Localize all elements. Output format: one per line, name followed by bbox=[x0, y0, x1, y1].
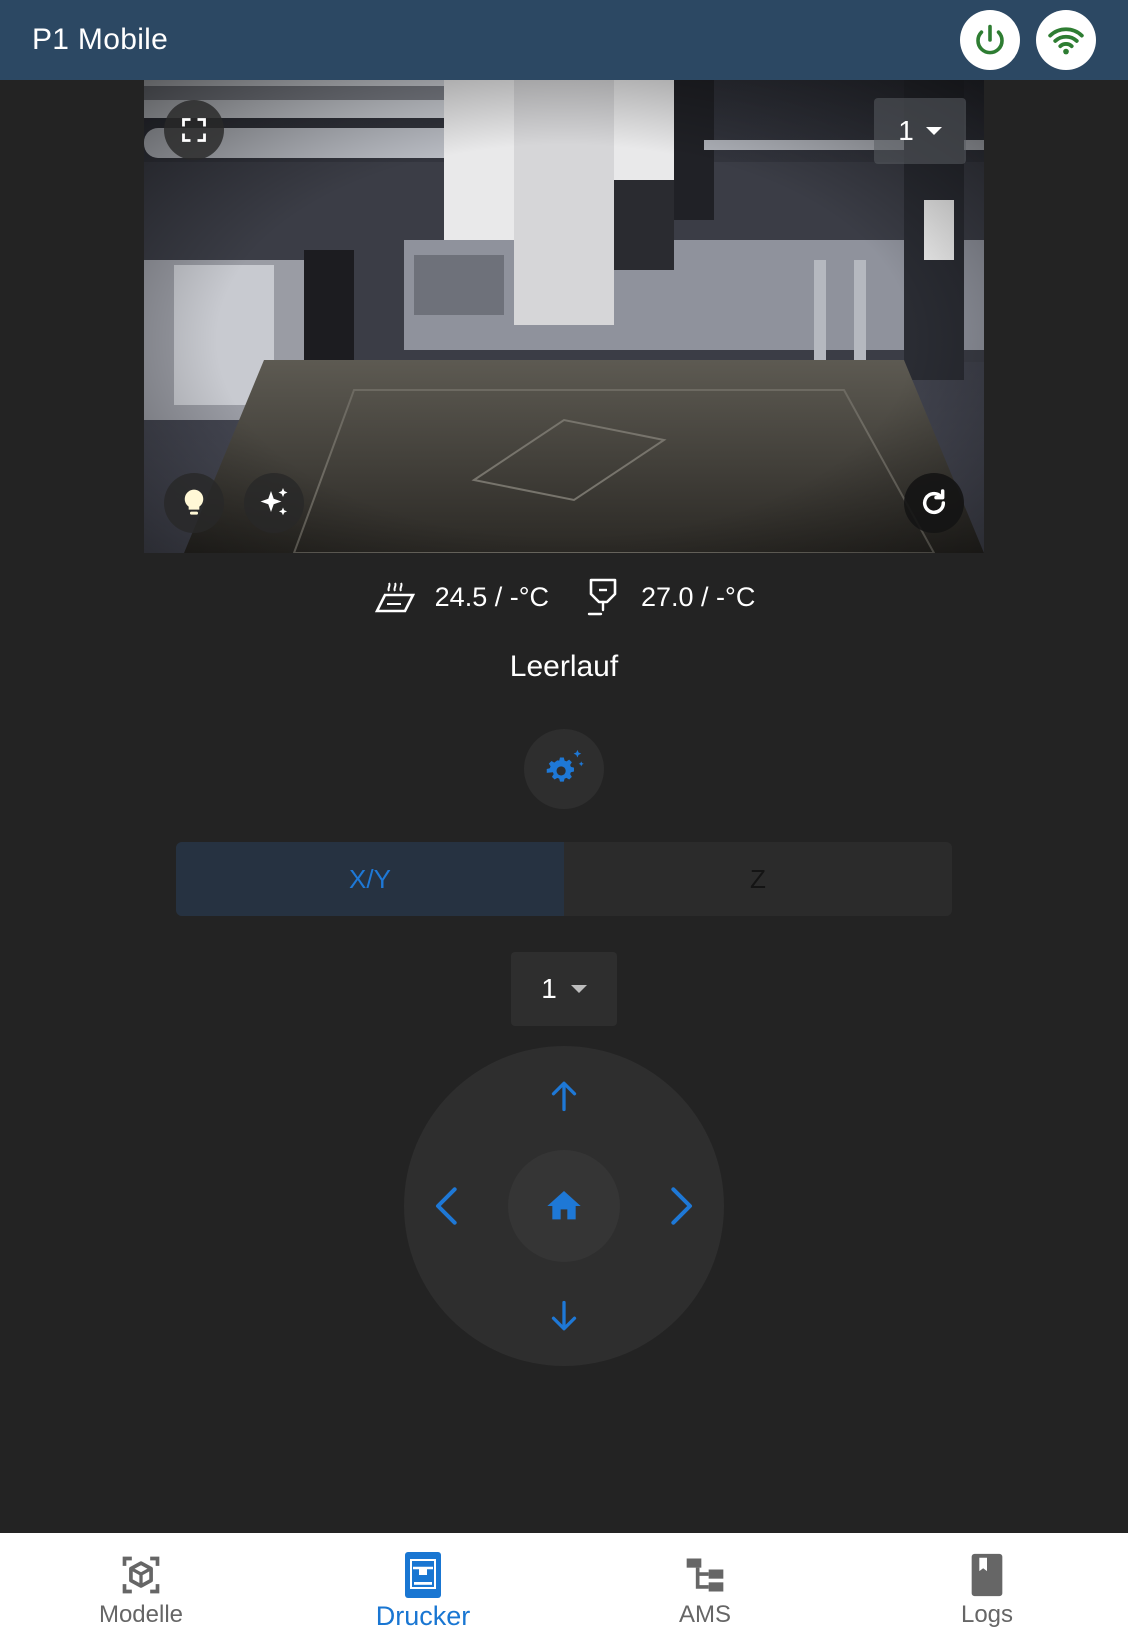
step-size-value: 1 bbox=[541, 973, 557, 1004]
arrow-down-icon bbox=[551, 1300, 577, 1331]
hierarchy-icon bbox=[686, 1558, 724, 1592]
home-button[interactable] bbox=[508, 1150, 620, 1262]
axis-tabs: X/Y Z bbox=[176, 842, 952, 916]
arrow-up-icon bbox=[551, 1081, 577, 1112]
movement-joystick bbox=[404, 1046, 724, 1366]
bottom-navigation: Modelle Drucker AMS Logs bbox=[0, 1533, 1128, 1646]
bed-temperature-value: 24.5 / -°C bbox=[434, 581, 549, 612]
nav-label-logs: Logs bbox=[960, 1601, 1014, 1628]
sparkle-icon bbox=[260, 488, 288, 516]
app-title: P1 Mobile bbox=[32, 23, 169, 56]
nav-label-ams: AMS bbox=[678, 1601, 731, 1628]
chevron-left-icon bbox=[436, 1187, 457, 1225]
camera-feed: 1 bbox=[144, 80, 984, 553]
cube-icon bbox=[122, 1556, 160, 1594]
nav-item-modelle[interactable]: Modelle bbox=[0, 1533, 282, 1646]
move-right-button[interactable] bbox=[650, 1176, 710, 1236]
chevron-down-icon bbox=[570, 985, 587, 993]
temperature-row: 24.5 / -°C 27.0 / -°C bbox=[0, 572, 1128, 622]
power-button[interactable] bbox=[960, 10, 1020, 70]
nozzle-icon bbox=[587, 578, 617, 616]
nav-label-drucker: Drucker bbox=[375, 1601, 471, 1631]
tab-xy[interactable]: X/Y bbox=[176, 842, 564, 916]
printer-status: Leerlauf bbox=[509, 650, 619, 683]
ai-detect-button[interactable] bbox=[244, 473, 304, 533]
nav-item-logs[interactable]: Logs bbox=[846, 1533, 1128, 1646]
wifi-icon bbox=[1048, 27, 1084, 55]
camera-select-value: 1 bbox=[898, 115, 914, 146]
fullscreen-button[interactable] bbox=[164, 100, 224, 160]
tab-z-label: Z bbox=[750, 863, 766, 894]
power-icon bbox=[976, 24, 1004, 55]
printer-icon bbox=[405, 1552, 441, 1598]
lightbulb-icon bbox=[184, 489, 204, 515]
nav-item-drucker[interactable]: Drucker bbox=[282, 1533, 564, 1646]
fullscreen-icon bbox=[182, 118, 206, 142]
nozzle-temperature: 27.0 / -°C bbox=[583, 576, 755, 618]
heatbed-icon bbox=[374, 582, 415, 613]
move-down-button[interactable] bbox=[534, 1286, 594, 1346]
printer-settings-button[interactable] bbox=[524, 729, 604, 809]
bed-temperature: 24.5 / -°C bbox=[373, 577, 549, 617]
refresh-icon bbox=[922, 489, 946, 515]
move-left-button[interactable] bbox=[418, 1176, 478, 1236]
tab-xy-label: X/Y bbox=[349, 863, 391, 894]
chevron-down-icon bbox=[925, 127, 942, 135]
app-bar: P1 Mobile bbox=[0, 0, 1128, 80]
tab-z[interactable]: Z bbox=[564, 842, 952, 916]
step-size-select[interactable]: 1 bbox=[511, 952, 617, 1026]
light-toggle-button[interactable] bbox=[164, 473, 224, 533]
nav-item-ams[interactable]: AMS bbox=[564, 1533, 846, 1646]
nav-label-modelle: Modelle bbox=[98, 1601, 184, 1628]
nozzle-temperature-value: 27.0 / -°C bbox=[641, 581, 756, 612]
book-icon bbox=[971, 1553, 1003, 1597]
move-up-button[interactable] bbox=[534, 1066, 594, 1126]
gear-sparkle-icon bbox=[546, 749, 584, 782]
refresh-button[interactable] bbox=[904, 473, 964, 533]
wifi-button[interactable] bbox=[1036, 10, 1096, 70]
chevron-right-icon bbox=[671, 1187, 692, 1225]
camera-select[interactable]: 1 bbox=[874, 98, 966, 164]
home-icon bbox=[547, 1191, 581, 1220]
